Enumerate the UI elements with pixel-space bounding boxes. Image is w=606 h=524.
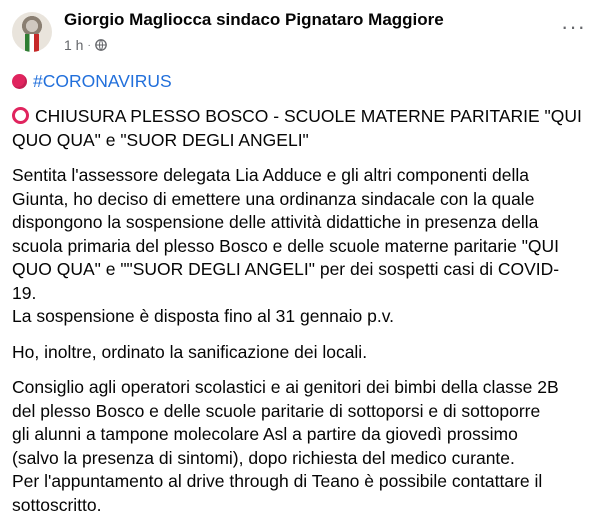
paragraph1-line: dispongono la sospensione delle attività… (12, 212, 539, 232)
paragraph3-line: (salvo la presenza di sintomi), dopo ric… (12, 447, 515, 468)
globe-icon[interactable] (94, 39, 107, 51)
paragraph1-line: Giunta, ho deciso di emettere una ordina… (12, 188, 535, 209)
paragraph2-line: Ho, inoltre, ordinato la sanificazione d… (12, 342, 368, 362)
hashtag-link[interactable]: #CORONAVIRUS (33, 71, 172, 91)
separator-dot: · (87, 39, 91, 51)
post-meta: 1 h · (64, 37, 107, 53)
paragraph3-line: Consiglio agli operatori scolastici e ai… (12, 377, 559, 397)
hashtag-line: #CORONAVIRUS (12, 70, 172, 94)
paragraph1-line: La sospensione è disposta fino al 31 gen… (12, 306, 395, 326)
more-options-icon[interactable]: ··· (561, 16, 586, 38)
paragraph3-line: sottoscritto. (12, 494, 102, 515)
paragraph1-line: Sentita l'assessore delegata Lia Adduce … (12, 165, 530, 185)
title-line-2: QUO QUA" e "SUOR DEGLI ANGELI" (12, 129, 309, 150)
hollow-circle-icon (12, 107, 29, 124)
post-time[interactable]: 1 h (64, 37, 83, 53)
author-name[interactable]: Giorgio Magliocca sindaco Pignataro Magg… (64, 10, 444, 30)
paragraph1-line: scuola primaria del plesso Bosco e delle… (12, 235, 560, 256)
title-line-1: CHIUSURA PLESSO BOSCO - SCUOLE MATERNE P… (12, 105, 582, 129)
paragraph3-line: Per l'appuntamento al drive through di T… (12, 471, 543, 491)
author-avatar[interactable] (12, 12, 52, 52)
facebook-post: Giorgio Magliocca sindaco Pignataro Magg… (0, 0, 606, 524)
paragraph3-line: gli alunni a tampone molecolare Asl a pa… (12, 424, 518, 444)
paragraph1-line: 19. (12, 282, 37, 303)
red-circle-icon (12, 74, 27, 89)
paragraph3-line: del plesso Bosco e delle scuole paritari… (12, 400, 541, 421)
paragraph1-line: QUO QUA" e ""SUOR DEGLI ANGELI" per dei … (12, 259, 560, 279)
